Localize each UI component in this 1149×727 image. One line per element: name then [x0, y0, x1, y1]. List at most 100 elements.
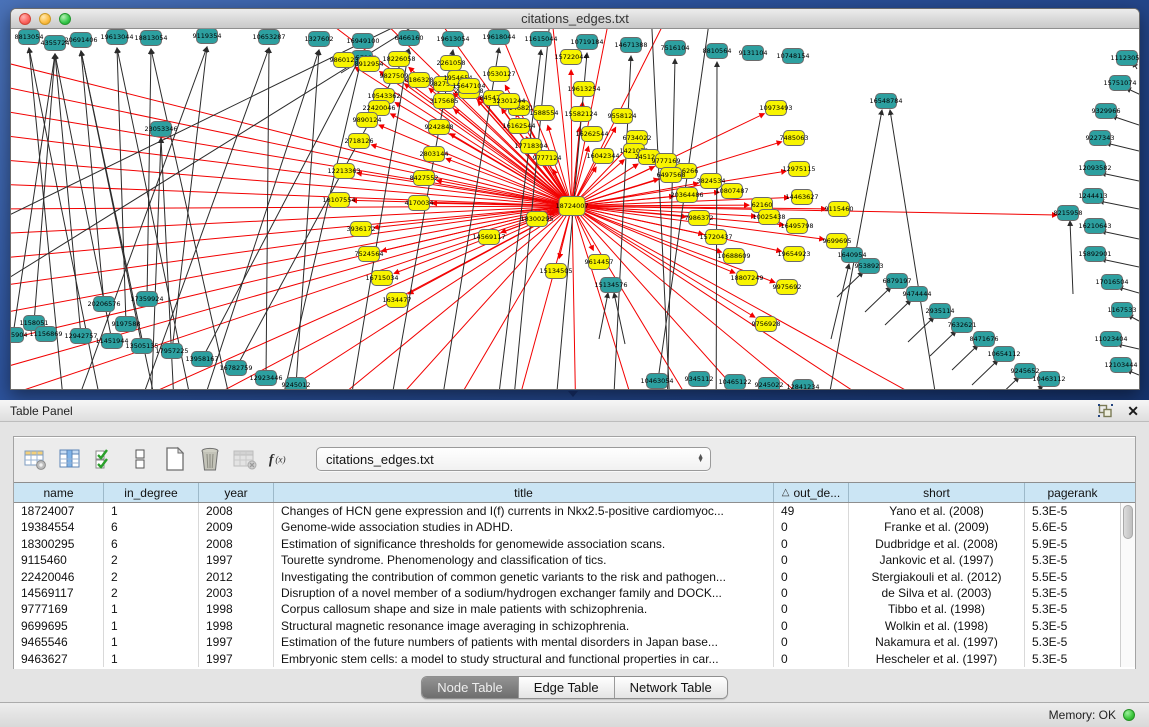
- table-cell[interactable]: 18724007: [14, 503, 104, 519]
- table-cell[interactable]: 1: [104, 634, 199, 650]
- graph-node[interactable]: 8215958: [1054, 206, 1083, 221]
- graph-node[interactable]: 15751074: [1103, 76, 1136, 91]
- graph-node[interactable]: 9115460: [825, 202, 854, 217]
- graph-node[interactable]: 17359924: [130, 292, 163, 307]
- table-cell[interactable]: 1997: [199, 634, 274, 650]
- table-cell[interactable]: 2003: [199, 585, 274, 601]
- graph-node[interactable]: 18807249: [730, 271, 763, 286]
- graph-node[interactable]: 9777124: [533, 151, 562, 166]
- table-cell[interactable]: Dudbridge et al. (2008): [849, 536, 1025, 552]
- table-cell[interactable]: 0: [774, 536, 849, 552]
- graph-node[interactable]: 9975692: [773, 280, 802, 295]
- graph-node[interactable]: 9890124: [353, 113, 382, 128]
- graph-node[interactable]: 3175685: [430, 94, 459, 109]
- graph-node[interactable]: 7524564: [355, 247, 384, 262]
- graph-node[interactable]: 9242848: [425, 120, 454, 135]
- table-cell[interactable]: 5.3E-5: [1025, 601, 1120, 617]
- table-cell[interactable]: Disruption of a novel member of a sodium…: [274, 585, 774, 601]
- table-cell[interactable]: Estimation of the future numbers of pati…: [274, 634, 774, 650]
- graph-node[interactable]: 14463627: [785, 190, 818, 205]
- table-cell[interactable]: 0: [774, 601, 849, 617]
- table-cell[interactable]: 1: [104, 503, 199, 519]
- table-cell[interactable]: 2008: [199, 503, 274, 519]
- table-cell[interactable]: Estimation of significance thresholds fo…: [274, 536, 774, 552]
- graph-node[interactable]: 10654112: [987, 347, 1020, 362]
- graph-node[interactable]: 15582124: [564, 107, 597, 122]
- table-cell[interactable]: 5.6E-5: [1025, 519, 1120, 535]
- table-cell[interactable]: 2: [104, 552, 199, 568]
- table-cell[interactable]: 5.3E-5: [1025, 651, 1120, 667]
- table-cell[interactable]: 2012: [199, 569, 274, 585]
- graph-node[interactable]: 9131104: [739, 46, 768, 61]
- graph-node[interactable]: 1634477: [383, 293, 412, 308]
- graph-node[interactable]: 11615044: [524, 32, 557, 47]
- graph-node[interactable]: 15722044: [554, 50, 587, 65]
- table-cell[interactable]: 1: [104, 601, 199, 617]
- graph-node[interactable]: 12975115: [782, 162, 815, 177]
- table-cell[interactable]: de Silva et al. (2003): [849, 585, 1025, 601]
- graph-node[interactable]: 18813054: [134, 31, 167, 46]
- tab-network-table[interactable]: Network Table: [615, 677, 727, 698]
- table-cell[interactable]: 9777169: [14, 601, 104, 617]
- table-cell[interactable]: 14569117: [14, 585, 104, 601]
- graph-node[interactable]: 4170034: [405, 196, 434, 211]
- graph-node[interactable]: 10530127: [482, 67, 515, 82]
- graph-node[interactable]: 16548784: [869, 94, 902, 109]
- destroy-table-button[interactable]: [232, 446, 258, 472]
- delete-table-button[interactable]: [197, 446, 223, 472]
- table-cell[interactable]: Corpus callosum shape and size in male p…: [274, 601, 774, 617]
- table-cell[interactable]: 2: [104, 569, 199, 585]
- table-cell[interactable]: 2008: [199, 536, 274, 552]
- table-row[interactable]: 911546021997Tourette syndrome. Phenomeno…: [14, 552, 1120, 568]
- table-cell[interactable]: Tourette syndrome. Phenomenology and cla…: [274, 552, 774, 568]
- table-cell[interactable]: 5.3E-5: [1025, 503, 1120, 519]
- function-builder-button[interactable]: f (x): [267, 446, 293, 472]
- graph-node[interactable]: 15892901: [1078, 247, 1111, 262]
- tab-node-table[interactable]: Node Table: [422, 677, 519, 698]
- graph-node[interactable]: 9245012: [282, 378, 311, 391]
- table-scrollbar-thumb[interactable]: [1123, 505, 1133, 539]
- graph-node[interactable]: 7516104: [661, 41, 690, 56]
- table-cell[interactable]: Wolkin et al. (1998): [849, 618, 1025, 634]
- graph-node[interactable]: 9558124: [608, 109, 637, 124]
- graph-node[interactable]: 16949100: [346, 34, 379, 49]
- table-cell[interactable]: 0: [774, 552, 849, 568]
- graph-node[interactable]: 9245022: [755, 378, 784, 391]
- graph-node[interactable]: 1588554: [530, 106, 559, 121]
- graph-node[interactable]: 1327602: [305, 32, 334, 47]
- table-cell[interactable]: 49: [774, 503, 849, 519]
- graph-node[interactable]: 11451944: [95, 334, 128, 349]
- create-table-button[interactable]: [162, 446, 188, 472]
- table-cell[interactable]: Nakamura et al. (1997): [849, 634, 1025, 650]
- graph-node[interactable]: 18226058: [382, 52, 415, 67]
- row-mode-button[interactable]: [127, 446, 153, 472]
- table-cell[interactable]: 1: [104, 651, 199, 667]
- graph-node[interactable]: 3936172: [347, 222, 376, 237]
- graph-node[interactable]: 7632621: [948, 318, 977, 333]
- graph-node[interactable]: 9474444: [903, 287, 932, 302]
- column-header-short[interactable]: short: [849, 483, 1025, 502]
- graph-node[interactable]: 10688609: [717, 249, 750, 264]
- table-cell[interactable]: Hescheler et al. (1997): [849, 651, 1025, 667]
- graph-node[interactable]: 13958167: [185, 352, 218, 367]
- tab-edge-table[interactable]: Edge Table: [519, 677, 615, 698]
- table-cell[interactable]: 5.3E-5: [1025, 585, 1120, 601]
- table-scrollbar[interactable]: [1120, 503, 1135, 667]
- graph-node[interactable]: 12093582: [1078, 161, 1111, 176]
- graph-node[interactable]: 19613254: [567, 82, 600, 97]
- table-row[interactable]: 969969511998Structural magnetic resonanc…: [14, 618, 1120, 634]
- table-cell[interactable]: 0: [774, 585, 849, 601]
- table-row[interactable]: 1456911722003Disruption of a novel membe…: [14, 585, 1120, 601]
- column-header-pagerank[interactable]: pagerank: [1025, 483, 1120, 502]
- graph-node[interactable]: 10748154: [776, 49, 809, 64]
- table-cell[interactable]: 19384554: [14, 519, 104, 535]
- table-cell[interactable]: 9465546: [14, 634, 104, 650]
- table-cell[interactable]: 5.3E-5: [1025, 618, 1120, 634]
- table-cell[interactable]: 1998: [199, 601, 274, 617]
- graph-node[interactable]: 11023404: [1094, 332, 1127, 347]
- table-cell[interactable]: Genome-wide association studies in ADHD.: [274, 519, 774, 535]
- table-row[interactable]: 2242004622012Investigating the contribut…: [14, 569, 1120, 585]
- graph-node[interactable]: 9538923: [855, 259, 884, 274]
- table-cell[interactable]: 2: [104, 585, 199, 601]
- table-cell[interactable]: 5.3E-5: [1025, 634, 1120, 650]
